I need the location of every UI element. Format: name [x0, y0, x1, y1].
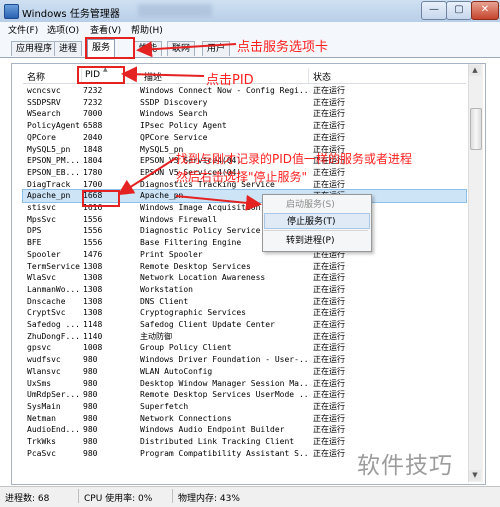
arrow-to-pid-cell: [117, 157, 177, 196]
watermark: 软件技巧: [357, 453, 453, 479]
annotation-right-click-stop: 然后右击选择"停止服务": [176, 170, 308, 184]
arrow-to-services-tab: [136, 41, 237, 58]
annotation-click-pid: 点击PID: [206, 73, 254, 88]
annotation-find-matching-pid: 找到与刚才记录的PID值一样的服务或者进程: [176, 152, 413, 166]
annotation-click-services-tab: 点击服务选项卡: [237, 40, 329, 55]
arrow-to-context-menu: [175, 194, 262, 211]
arrow-to-pid-header: [121, 66, 205, 83]
